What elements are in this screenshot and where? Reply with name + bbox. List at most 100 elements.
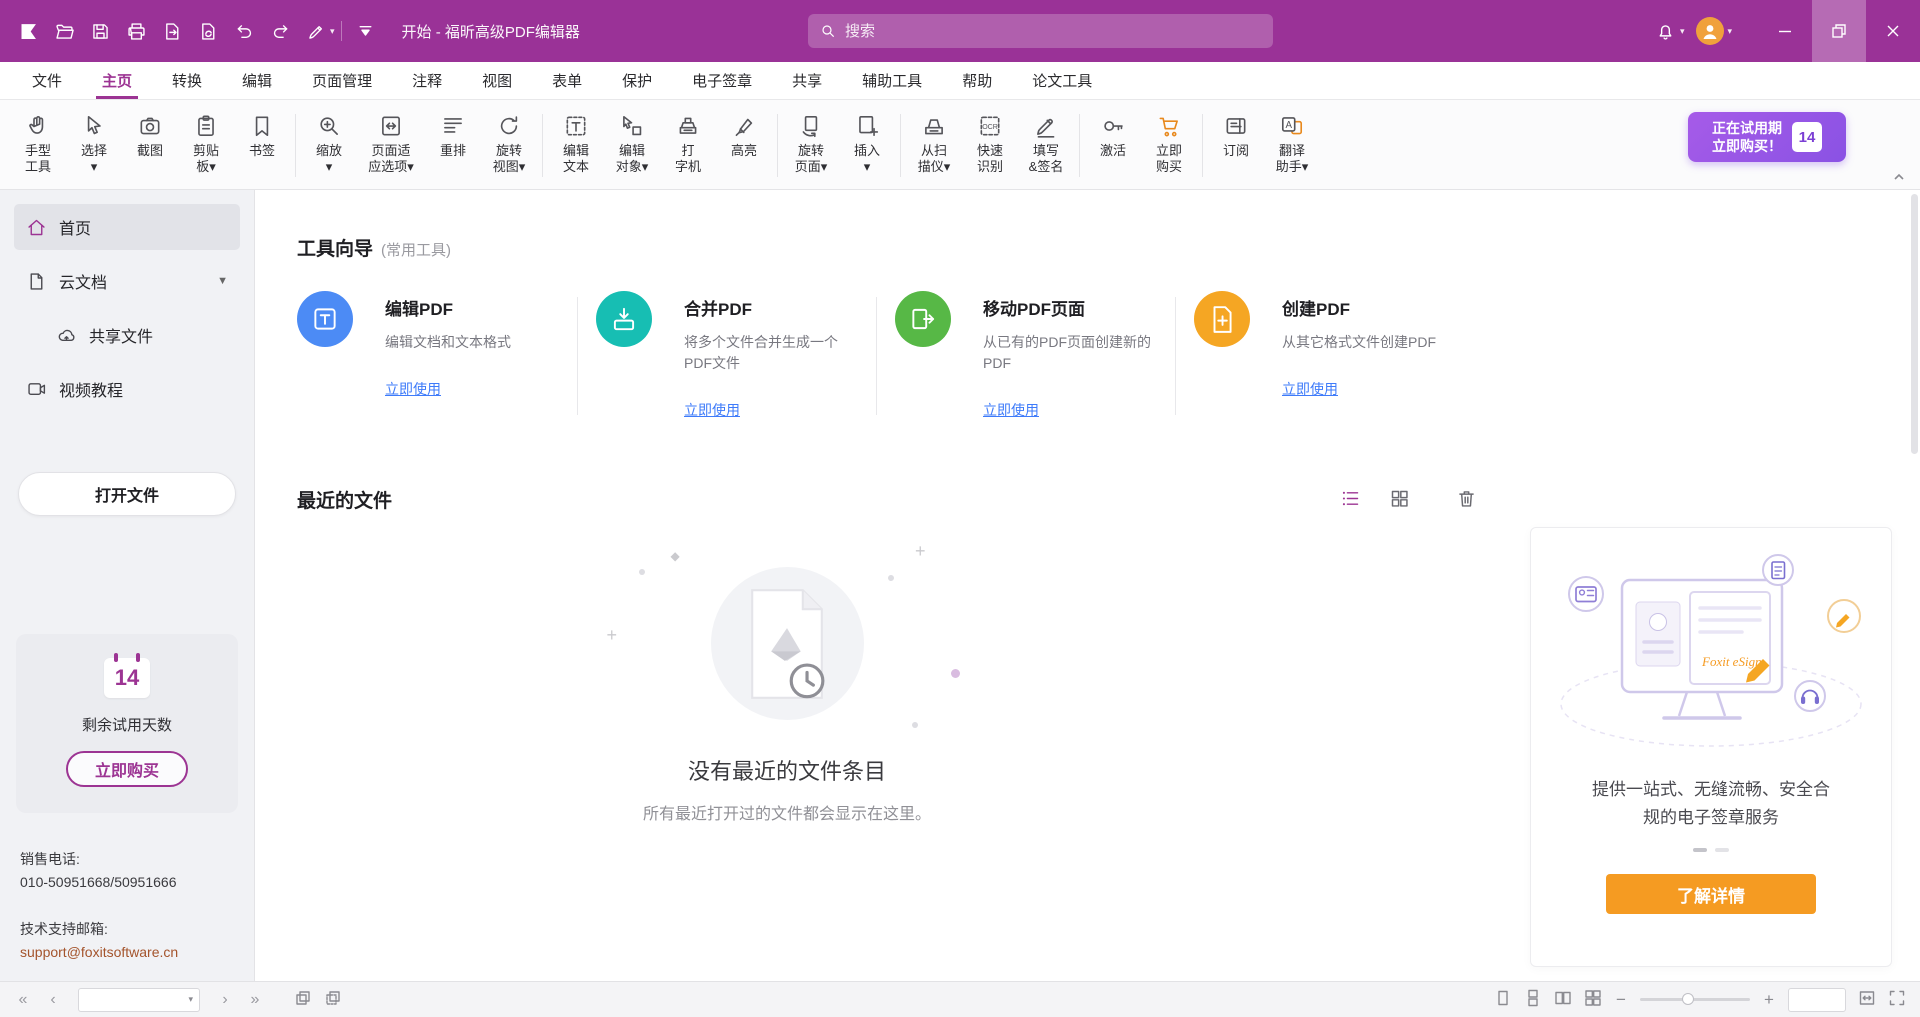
menu-help[interactable]: 帮助 [942,62,1012,99]
export-pdf-icon[interactable] [154,13,190,49]
continuous-facing-view-icon[interactable] [1584,989,1602,1010]
scrollbar-thumb[interactable] [1911,194,1918,454]
zoom-slider[interactable] [1640,998,1750,1001]
sidebar-item-home[interactable]: 首页 [14,204,240,250]
tool-select[interactable]: 选择▾ [66,104,122,187]
tool-screenshot[interactable]: 截图 [122,104,178,187]
tool-translate-assistant[interactable]: A 翻译助手▾ [1264,104,1320,187]
tool-edit-object[interactable]: 编辑对象▾ [604,104,660,187]
zoom-percentage-input[interactable] [1789,989,1845,1011]
menu-form[interactable]: 表单 [532,62,602,99]
menu-accessibility[interactable]: 辅助工具 [842,62,942,99]
page-number-combo[interactable]: ▾ [78,988,200,1012]
carousel-dot[interactable] [1715,848,1729,852]
tool-page-fit-options[interactable]: 页面适应选项▾ [357,104,425,187]
list-view-icon[interactable] [1340,488,1361,512]
tool-fill-sign[interactable]: 填写&签名 [1018,104,1074,187]
tool-clipboard[interactable]: 剪贴板▾ [178,104,234,187]
fullscreen-icon[interactable] [1888,989,1906,1010]
search-input[interactable] [845,23,1261,40]
use-now-link[interactable]: 立即使用 [1282,379,1338,399]
card-merge-pdf[interactable]: 合并PDF 将多个文件合并生成一个PDF文件 立即使用 [596,291,876,420]
open-file-button[interactable]: 打开文件 [18,472,236,516]
menu-esign[interactable]: 电子签章 [672,62,772,99]
use-now-link[interactable]: 立即使用 [684,400,740,420]
account-avatar[interactable] [1696,17,1724,45]
tool-quick-ocr[interactable]: OCR 快速识别 [962,104,1018,187]
notifications-bell-icon[interactable] [1648,13,1684,49]
buy-now-button[interactable]: 立即购买 [66,751,188,787]
menu-share[interactable]: 共享 [772,62,842,99]
minimize-button[interactable] [1758,0,1812,62]
notifications-caret[interactable]: ▾ [1680,26,1685,37]
support-email-link[interactable]: support@foxitsoftware.cn [20,942,234,963]
tool-rotate-pages[interactable]: 旋转页面▾ [783,104,839,187]
customize-toolbar-icon[interactable] [348,13,384,49]
trial-period-badge[interactable]: 正在试用期 立即购买！ 14 [1688,112,1846,162]
menu-file[interactable]: 文件 [12,62,82,99]
tile-pages-icon[interactable] [324,989,342,1010]
tool-subscribe[interactable]: 订阅 [1208,104,1264,187]
last-page-button[interactable]: » [246,992,264,1008]
next-page-button[interactable]: › [216,992,234,1008]
tool-hand[interactable]: 手型工具 [10,104,66,187]
tool-typewriter[interactable]: 打字机 [660,104,716,187]
clear-recent-trash-icon[interactable] [1456,488,1477,512]
single-page-view-icon[interactable] [1494,989,1512,1010]
sidebar-item-cloud-docs[interactable]: 云文档 ▼ [14,258,240,304]
card-create-pdf[interactable]: 创建PDF 从其它格式文件创建PDF 立即使用 [1194,291,1474,420]
open-file-icon[interactable] [46,13,82,49]
menu-home[interactable]: 主页 [82,62,152,99]
chevron-down-icon[interactable]: ▼ [217,275,228,287]
menu-edit[interactable]: 编辑 [222,62,292,99]
chevron-down-icon[interactable]: ▾ [188,994,193,1005]
search-bar[interactable] [808,14,1273,48]
print-icon[interactable] [118,13,154,49]
tool-activate[interactable]: 激活 [1085,104,1141,187]
use-now-link[interactable]: 立即使用 [385,379,441,399]
card-edit-pdf[interactable]: 编辑PDF 编辑文档和文本格式 立即使用 [297,291,577,420]
fit-width-icon[interactable] [1858,989,1876,1010]
card-move-pdf-pages[interactable]: 移动PDF页面 从已有的PDF页面创建新的PDF 立即使用 [895,291,1175,420]
menu-page-management[interactable]: 页面管理 [292,62,392,99]
tool-rotate-view[interactable]: 旋转视图▾ [481,104,537,187]
undo-icon[interactable] [226,13,262,49]
continuous-view-icon[interactable] [1524,989,1542,1010]
collapse-ribbon-button[interactable] [1888,169,1910,185]
first-page-button[interactable]: « [14,992,32,1008]
tool-bookmark[interactable]: 书签 [234,104,290,187]
tool-reflow[interactable]: 重排 [425,104,481,187]
menu-paper-tools[interactable]: 论文工具 [1012,62,1112,99]
menu-convert[interactable]: 转换 [152,62,222,99]
carousel-dot-active[interactable] [1693,848,1707,852]
grid-view-icon[interactable] [1389,488,1410,512]
zoom-out-button[interactable]: − [1614,991,1628,1008]
snapshot-pages-icon[interactable] [294,989,312,1010]
prev-page-button[interactable]: ‹ [44,992,62,1008]
menu-protect[interactable]: 保护 [602,62,672,99]
tool-zoom[interactable]: 缩放▾ [301,104,357,187]
vertical-scrollbar[interactable] [1909,194,1919,977]
sidebar-item-shared-files[interactable]: 共享文件 [14,312,240,358]
account-caret[interactable]: ▾ [1727,26,1732,37]
save-icon[interactable] [82,13,118,49]
tool-buy-now[interactable]: 立即购买 [1141,104,1197,187]
sidebar-item-video-tutorials[interactable]: 视频教程 [14,366,240,412]
tool-edit-text[interactable]: 编辑文本 [548,104,604,187]
zoom-percentage-box[interactable] [1788,988,1846,1012]
restore-button[interactable] [1812,0,1866,62]
menu-view[interactable]: 视图 [462,62,532,99]
tool-highlight[interactable]: 高亮 [716,104,772,187]
use-now-link[interactable]: 立即使用 [983,400,1039,420]
menu-comment[interactable]: 注释 [392,62,462,99]
tool-from-scanner[interactable]: 从扫描仪▾ [906,104,962,187]
zoom-slider-handle[interactable] [1682,993,1694,1005]
tool-insert[interactable]: 插入▾ [839,104,895,187]
esign-pen-icon[interactable] [298,13,334,49]
page-number-input[interactable] [85,992,188,1007]
learn-more-button[interactable]: 了解详情 [1606,874,1816,914]
close-button[interactable] [1866,0,1920,62]
zoom-in-button[interactable]: + [1762,991,1776,1008]
convert-icon[interactable] [190,13,226,49]
facing-view-icon[interactable] [1554,989,1572,1010]
